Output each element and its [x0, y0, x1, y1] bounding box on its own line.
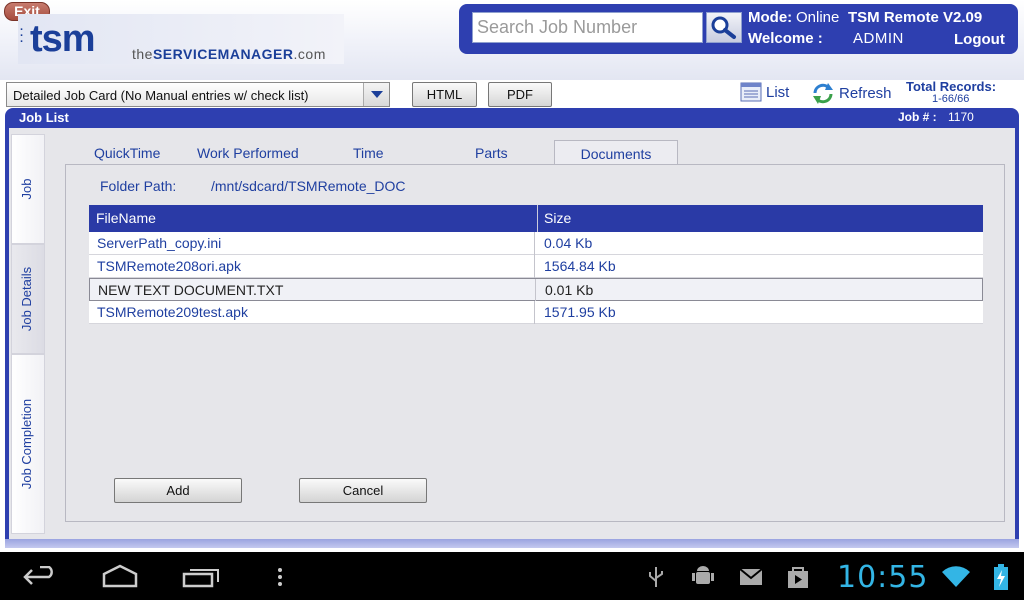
mode-label: Mode: — [748, 9, 793, 26]
welcome-label: Welcome : — [748, 30, 823, 47]
job-number-value: 1170 — [948, 110, 974, 124]
tab-quicktime[interactable]: QuickTime — [94, 140, 164, 166]
side-tab-label: Job Details — [19, 266, 34, 332]
pdf-button[interactable]: PDF — [488, 82, 552, 107]
usb-icon — [649, 567, 663, 587]
frame-bottom-strip — [5, 539, 1019, 548]
column-header-filename: FileName — [96, 210, 156, 226]
tab-time[interactable]: Time — [353, 140, 393, 166]
row-filename: ServerPath_copy.ini — [97, 235, 222, 251]
tsm-logo: · · · tsm theSERVICEMANAGER.com — [18, 14, 344, 64]
wifi-icon — [942, 566, 970, 587]
folder-path-label: Folder Path: — [100, 178, 177, 194]
table-row-selected[interactable]: NEW TEXT DOCUMENT.TXT 0.01 Kb — [89, 278, 983, 302]
app-version: TSM Remote V2.09 — [848, 9, 983, 26]
side-tab-label: Job — [19, 178, 34, 200]
tab-parts[interactable]: Parts — [475, 140, 515, 166]
add-button[interactable]: Add — [114, 478, 242, 503]
list-icon — [740, 82, 762, 102]
status-panel: Mode: Online TSM Remote V2.09 Welcome : … — [459, 4, 1018, 54]
system-clock: 10:55 — [837, 560, 929, 595]
column-divider — [535, 279, 536, 302]
column-divider — [534, 301, 535, 324]
top-header: Exit ··· tsm theSERVICEMANAGER.com Mode:… — [0, 0, 1024, 80]
logo-sub-brand: SERVICEMANAGER — [152, 46, 294, 62]
android-debug-icon — [692, 566, 714, 584]
report-select-value: Detailed Job Card (No Manual entries w/ … — [13, 88, 309, 103]
refresh-icon — [813, 83, 833, 104]
list-label: List — [766, 84, 790, 101]
column-header-size: Size — [544, 210, 572, 226]
system-navigation-bar: 10:55 — [0, 552, 1024, 600]
job-number-search-input[interactable] — [472, 12, 703, 43]
frame-title: Job List — [19, 110, 69, 125]
total-records-label: Total Records: — [906, 79, 997, 94]
documents-panel: Folder Path: /mnt/sdcard/TSMRemote_DOC F… — [65, 164, 1005, 522]
home-icon[interactable] — [101, 564, 139, 588]
logo-subtitle: theSERVICEMANAGER.com — [132, 46, 326, 62]
tab-documents[interactable]: Documents — [554, 140, 678, 166]
list-button[interactable]: List — [740, 82, 792, 104]
chevron-down-icon — [371, 91, 383, 98]
job-number-label: Job # : — [898, 110, 937, 124]
row-size: 0.01 Kb — [545, 282, 594, 298]
side-tab-job-completion[interactable]: Job Completion — [11, 354, 45, 534]
table-row[interactable]: TSMRemote208ori.apk 1564.84 Kb — [89, 255, 983, 278]
job-list-frame: Job List Job # : 1170 Job Job Details Jo… — [5, 108, 1019, 548]
refresh-button[interactable]: Refresh — [811, 82, 895, 104]
report-type-select[interactable]: Detailed Job Card (No Manual entries w/ … — [6, 82, 390, 107]
menu-icon[interactable] — [275, 566, 285, 588]
row-size: 1564.84 Kb — [544, 258, 616, 274]
folder-path-value: /mnt/sdcard/TSMRemote_DOC — [211, 178, 406, 194]
refresh-label: Refresh — [839, 85, 892, 102]
user-name: ADMIN — [853, 30, 904, 47]
side-tab-bar: Job Job Details Job Completion — [9, 128, 47, 539]
detail-tab-bar: QuickTime Work Performed Time Parts Docu… — [85, 140, 1005, 166]
dropdown-arrow[interactable] — [363, 83, 389, 106]
column-divider — [534, 255, 535, 278]
frame-body: Job Job Details Job Completion QuickTime… — [9, 128, 1015, 539]
row-size: 0.04 Kb — [544, 235, 593, 251]
gmail-icon — [739, 568, 763, 585]
store-icon — [788, 567, 808, 588]
side-tab-job[interactable]: Job — [11, 134, 45, 244]
logo-dots-mark: · · · — [20, 24, 24, 48]
back-icon[interactable] — [22, 566, 58, 588]
tab-work-performed[interactable]: Work Performed — [197, 140, 307, 166]
search-icon — [711, 16, 736, 39]
battery-icon — [994, 564, 1008, 590]
mode-value: Online — [796, 9, 840, 26]
table-row[interactable]: ServerPath_copy.ini 0.04 Kb — [89, 232, 983, 255]
table-header: FileName Size — [89, 205, 983, 232]
logo-sub-prefix: the — [132, 46, 153, 62]
logout-link[interactable]: Logout — [954, 31, 1005, 48]
cancel-button[interactable]: Cancel — [299, 478, 427, 503]
html-button[interactable]: HTML — [412, 82, 477, 107]
row-size: 1571.95 Kb — [544, 304, 616, 320]
total-records-value: 1-66/66 — [932, 93, 970, 105]
search-button[interactable] — [706, 12, 742, 43]
side-tab-job-details[interactable]: Job Details — [11, 244, 45, 354]
side-tab-label: Job Completion — [19, 398, 34, 490]
column-divider — [534, 232, 535, 255]
row-filename: NEW TEXT DOCUMENT.TXT — [98, 282, 284, 298]
logo-wordmark: tsm — [30, 18, 96, 60]
logo-sub-suffix: .com — [293, 46, 326, 62]
row-filename: TSMRemote209test.apk — [97, 304, 248, 320]
table-row[interactable]: TSMRemote209test.apk 1571.95 Kb — [89, 301, 983, 324]
column-divider — [537, 205, 538, 232]
recent-apps-icon[interactable] — [182, 566, 220, 588]
row-filename: TSMRemote208ori.apk — [97, 258, 241, 274]
